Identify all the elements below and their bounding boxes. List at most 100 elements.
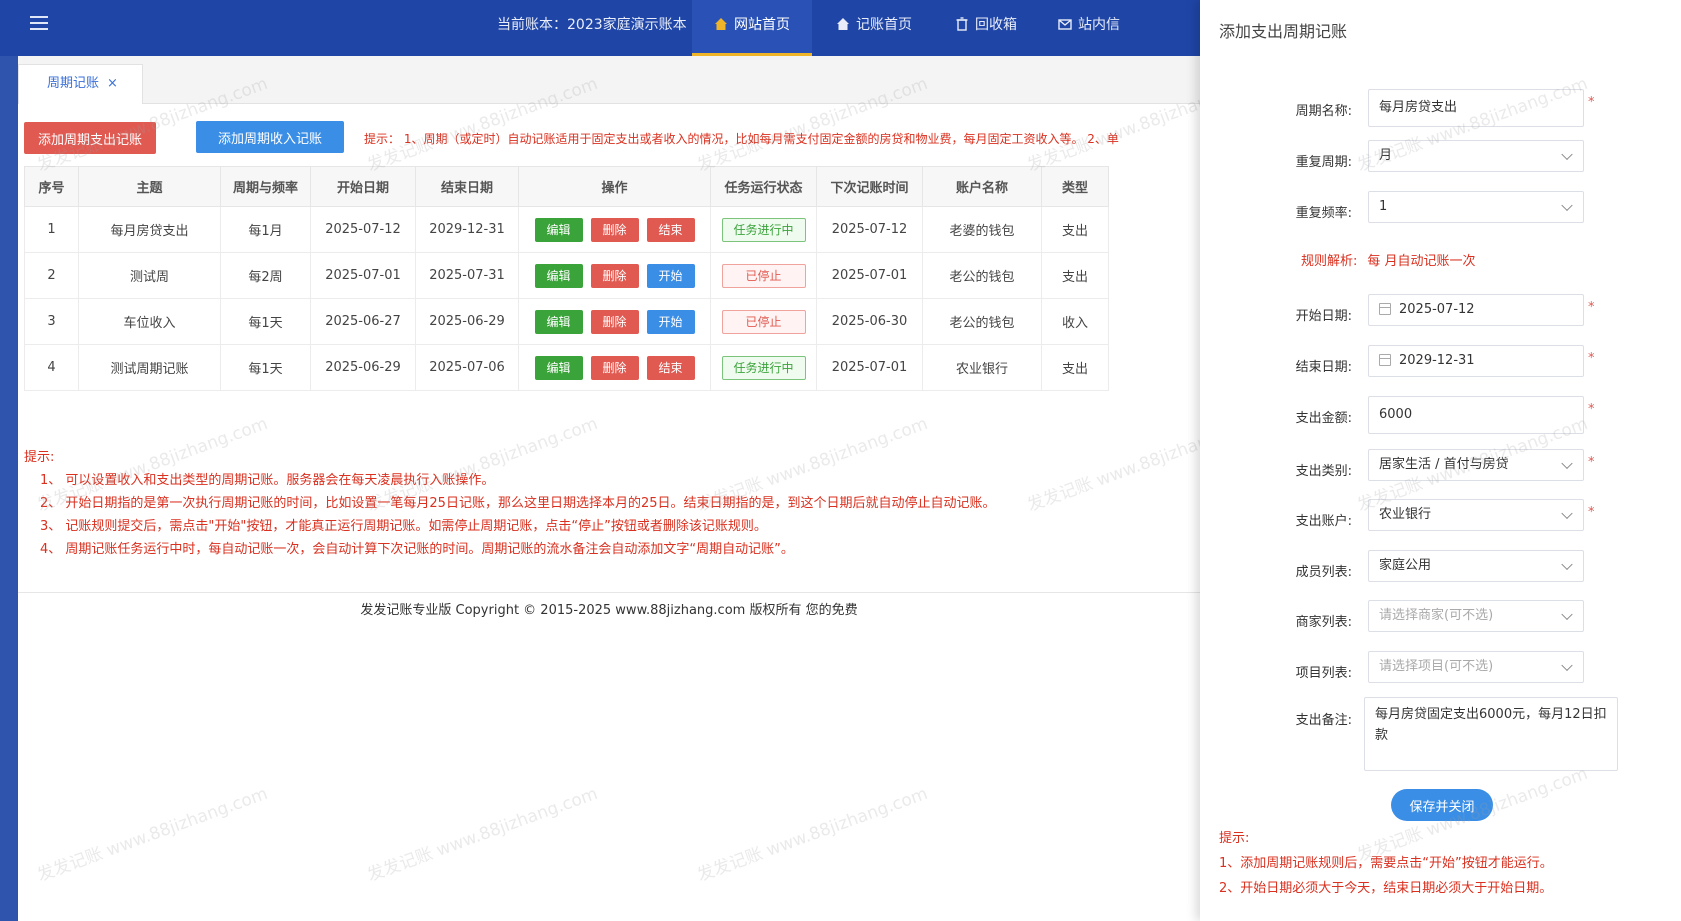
cell-next: 2025-06-30 [816, 298, 923, 345]
delete-button[interactable]: 删除 [590, 263, 639, 288]
notes-title: 提示: [24, 450, 55, 465]
cell-status: 已停止 [710, 298, 817, 345]
nav-home[interactable]: 网站首页 [692, 0, 812, 56]
cell-subject: 车位收入 [78, 298, 221, 345]
add-income-button[interactable]: 添加周期收入记账 [196, 121, 344, 153]
content-panel: 添加周期支出记账 添加周期收入记账 提示： 1、周期（或定时）自动记账适用于固定… [18, 104, 1200, 921]
note-item: 1、 可以设置收入和支出类型的周期记账。服务器会在每天凌晨执行入账操作。 [40, 473, 495, 488]
col-header: 任务运行状态 [710, 166, 817, 207]
edit-button[interactable]: 编辑 [534, 309, 583, 334]
col-header: 周期与频率 [220, 166, 311, 207]
close-icon[interactable]: × [107, 76, 118, 91]
cell-freq: 每1天 [220, 298, 311, 345]
chevron-down-icon [1561, 199, 1573, 212]
account-select[interactable]: 农业银行 [1368, 499, 1584, 531]
chevron-down-icon [1561, 148, 1573, 161]
cell-type: 支出 [1041, 252, 1109, 299]
project-select[interactable]: 请选择项目(可不选) [1368, 651, 1584, 683]
repeat-freq-select[interactable]: 1 [1368, 191, 1584, 223]
start-button[interactable]: 开始 [646, 263, 695, 288]
member-select[interactable]: 家庭公用 [1368, 550, 1584, 582]
row-repeat-period: 重复周期: 月 [1200, 140, 1681, 180]
nav-recycle-bin[interactable]: 回收箱 [955, 0, 1017, 56]
label-repeat-freq: 重复频率: [1295, 206, 1352, 221]
start-date-picker[interactable]: 2025-07-12 [1368, 294, 1584, 326]
cell-subject: 每月房贷支出 [78, 206, 221, 253]
cell-account: 老公的钱包 [922, 298, 1042, 345]
edit-button[interactable]: 编辑 [534, 355, 583, 380]
category-select[interactable]: 居家生活 / 首付与房贷 [1368, 449, 1584, 481]
name-input[interactable]: 每月房贷支出 [1368, 89, 1584, 127]
start-button[interactable]: 开始 [646, 309, 695, 334]
required-mark: * [1588, 351, 1595, 366]
amount-input[interactable]: 6000 [1368, 396, 1584, 434]
cell-start: 2025-06-27 [310, 298, 416, 345]
cell-start: 2025-07-01 [310, 252, 416, 299]
calendar-icon [1379, 354, 1391, 366]
category-value: 居家生活 / 首付与房贷 [1379, 457, 1509, 472]
delete-button[interactable]: 删除 [590, 217, 639, 242]
nav-bookkeeping-home[interactable]: 记账首页 [836, 0, 912, 56]
calendar-icon [1379, 303, 1391, 315]
col-header: 结束日期 [415, 166, 519, 207]
table-row: 1 每月房贷支出 每1月 2025-07-12 2029-12-31 编辑 删除结… [24, 206, 1109, 253]
row-start-date: 开始日期: 2025-07-12 * [1200, 294, 1681, 334]
edit-button[interactable]: 编辑 [534, 217, 583, 242]
name-value: 每月房贷支出 [1379, 100, 1458, 115]
note-item: 2、 开始日期指的是第一次执行周期记账的时间，比如设置一笔每月25日记账，那么这… [40, 496, 996, 511]
chevron-down-icon [1561, 507, 1573, 520]
repeat-period-value: 月 [1379, 148, 1393, 163]
delete-button[interactable]: 删除 [590, 355, 639, 380]
drawer-notes-title: 提示: [1219, 831, 1250, 846]
nav-home-label: 网站首页 [734, 17, 790, 33]
menu-icon[interactable] [30, 16, 48, 30]
status-badge: 任务进行中 [721, 355, 806, 380]
label-account: 支出账户: [1295, 514, 1352, 529]
row-repeat-freq: 重复频率: 1 [1200, 191, 1681, 231]
status-badge: 已停止 [721, 263, 806, 288]
save-and-close-button[interactable]: 保存并关闭 [1391, 789, 1493, 821]
required-mark: * [1588, 505, 1595, 520]
cell-account: 老婆的钱包 [922, 206, 1042, 253]
memo-textarea[interactable]: 每月房贷固定支出6000元，每月12日扣款 [1364, 697, 1618, 771]
add-expense-button[interactable]: 添加周期支出记账 [24, 122, 156, 154]
end-date-value: 2029-12-31 [1399, 353, 1475, 368]
cell-type: 支出 [1041, 206, 1109, 253]
current-account-label: 当前账本：2023家庭演示账本 [497, 17, 687, 33]
main-area: 周期记账 × 添加周期支出记账 添加周期收入记账 提示： 1、周期（或定时）自动记… [18, 56, 1200, 921]
end-button[interactable]: 结束 [646, 355, 695, 380]
member-value: 家庭公用 [1379, 558, 1432, 573]
notes-block: 提示: 1、 可以设置收入和支出类型的周期记账。服务器会在每天凌晨执行入账操作。… [24, 446, 996, 561]
col-header: 序号 [24, 166, 79, 207]
label-end-date: 结束日期: [1295, 360, 1352, 375]
end-button[interactable]: 结束 [646, 217, 695, 242]
cell-no: 4 [24, 344, 79, 391]
table-row: 2 测试周 每2周 2025-07-01 2025-07-31 编辑 删除 开始 已… [24, 252, 1109, 299]
required-mark: * [1588, 402, 1595, 417]
drawer-note-item: 2、开始日期必须大于今天，结束日期必须大于开始日期。 [1219, 881, 1553, 896]
cell-type: 支出 [1041, 344, 1109, 391]
cell-no: 2 [24, 252, 79, 299]
edit-button[interactable]: 编辑 [534, 263, 583, 288]
chevron-down-icon [1561, 558, 1573, 571]
project-placeholder: 请选择项目(可不选) [1379, 659, 1494, 674]
mail-icon [1058, 19, 1072, 30]
chevron-down-icon [1561, 608, 1573, 621]
delete-button[interactable]: 删除 [590, 309, 639, 334]
end-date-picker[interactable]: 2029-12-31 [1368, 345, 1584, 377]
col-header: 主题 [78, 166, 221, 207]
cell-end: 2029-12-31 [415, 206, 519, 253]
cell-ops: 编辑 删除 结束 [518, 206, 711, 253]
nav-messages[interactable]: 站内信 [1058, 0, 1120, 56]
cell-status: 已停止 [710, 252, 817, 299]
merchant-select[interactable]: 请选择商家(可不选) [1368, 600, 1584, 632]
chevron-down-icon [1561, 457, 1573, 470]
cell-end: 2025-07-31 [415, 252, 519, 299]
note-item: 4、 周期记账任务运行中时，每自动记账一次，会自动计算下次记账的时间。周期记账的… [40, 542, 794, 557]
status-badge: 任务进行中 [721, 217, 806, 242]
cell-account: 农业银行 [922, 344, 1042, 391]
cell-no: 1 [24, 206, 79, 253]
tab-periodic-bookkeeping[interactable]: 周期记账 × [18, 64, 143, 104]
label-amount: 支出金额: [1295, 411, 1352, 426]
repeat-period-select[interactable]: 月 [1368, 140, 1584, 172]
